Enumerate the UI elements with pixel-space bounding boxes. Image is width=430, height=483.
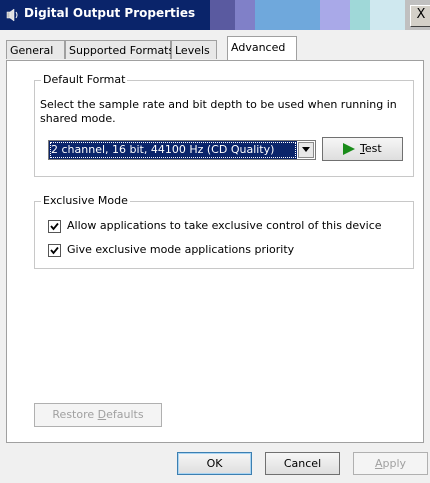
allow-exclusive-control-checkbox[interactable]: [48, 220, 61, 233]
default-format-title: Default Format: [41, 73, 128, 86]
default-format-description: Select the sample rate and bit depth to …: [40, 98, 397, 125]
tab-general[interactable]: General: [6, 40, 65, 59]
default-format-group: Default Format: [34, 73, 414, 177]
format-select-value: 2 channel, 16 bit, 44100 Hz (CD Quality): [49, 141, 297, 159]
title-bar[interactable]: Digital Output Properties X: [0, 0, 430, 30]
exclusive-mode-title: Exclusive Mode: [41, 194, 130, 207]
test-button[interactable]: Test: [322, 137, 403, 161]
apply-button[interactable]: Apply: [353, 452, 428, 475]
checkmark-icon: [50, 246, 59, 255]
window-title: Digital Output Properties: [24, 6, 196, 20]
chevron-down-icon: [302, 147, 310, 152]
play-icon: [343, 143, 355, 155]
checkmark-icon: [50, 222, 59, 231]
tab-supported-formats[interactable]: Supported Formats: [65, 40, 174, 59]
test-button-label: Test: [360, 142, 382, 155]
tab-levels[interactable]: Levels: [171, 40, 217, 59]
ok-button[interactable]: OK: [177, 452, 252, 475]
format-select[interactable]: 2 channel, 16 bit, 44100 Hz (CD Quality): [48, 140, 316, 160]
cancel-button[interactable]: Cancel: [265, 452, 340, 475]
close-button[interactable]: X: [410, 5, 430, 27]
exclusive-priority-checkbox[interactable]: [48, 244, 61, 257]
format-select-dropdown-button[interactable]: [298, 142, 314, 158]
exclusive-mode-group: Exclusive Mode: [34, 194, 414, 269]
restore-defaults-button[interactable]: Restore Defaults: [34, 403, 162, 427]
tab-advanced[interactable]: Advanced: [227, 36, 297, 60]
properties-window: Digital Output Properties X General Supp…: [0, 0, 430, 483]
speaker-icon: [6, 8, 18, 22]
allow-exclusive-control-label: Allow applications to take exclusive con…: [67, 219, 382, 232]
close-icon: X: [416, 7, 426, 22]
exclusive-priority-label: Give exclusive mode applications priorit…: [67, 243, 295, 256]
